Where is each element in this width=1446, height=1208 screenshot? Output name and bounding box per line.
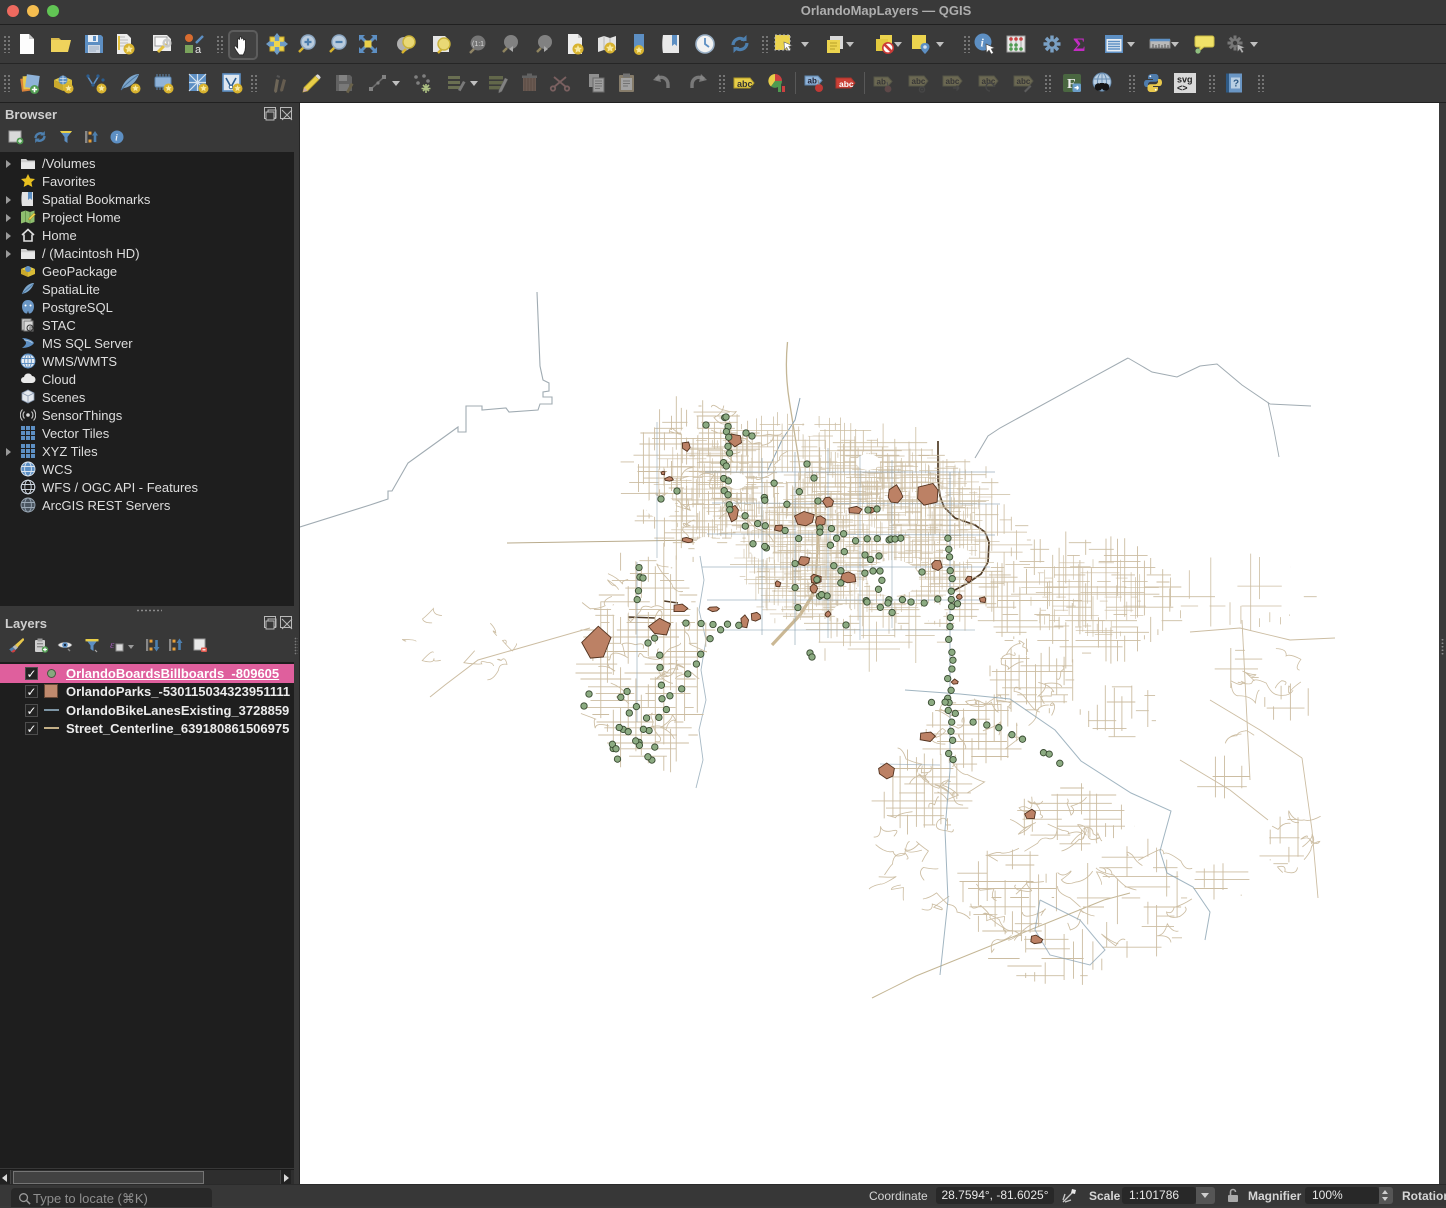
svg-text:(1:1: (1:1 [472,41,484,48]
svg-text:@: @ [29,326,34,332]
svg-text:ε: ε [110,639,115,651]
svg-text:?: ? [1233,79,1239,90]
svg-text:<>: <> [1177,83,1188,93]
svg-text:abc: abc [912,77,926,86]
svg-text:ab: ab [877,78,886,87]
svg-text:abc: abc [1017,77,1031,86]
svg-text:ab: ab [808,77,817,86]
svg-text:abc: abc [839,79,854,89]
svg-text:a: a [195,44,202,56]
svg-text:abc: abc [737,79,753,89]
svg-text:Σ: Σ [1073,35,1085,56]
svg-text:abc: abc [946,77,960,86]
